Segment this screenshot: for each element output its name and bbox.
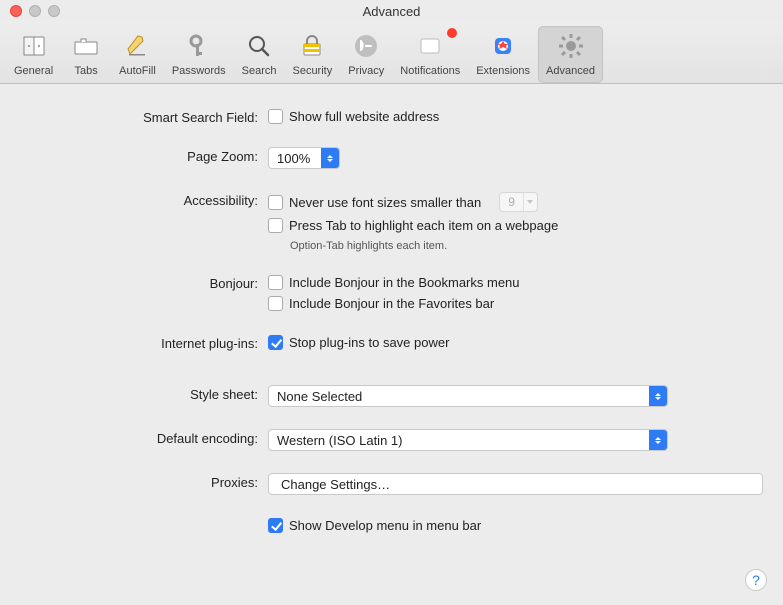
tab-search[interactable]: Search	[234, 26, 285, 83]
change-proxy-settings-label: Change Settings…	[281, 477, 390, 492]
tab-advanced[interactable]: Advanced	[538, 26, 603, 83]
stylesheet-value: None Selected	[277, 389, 368, 404]
security-icon	[296, 30, 328, 62]
tab-label: AutoFill	[119, 65, 156, 77]
help-icon: ?	[752, 572, 760, 588]
autofill-icon	[121, 30, 153, 62]
tab-label: Tabs	[75, 65, 98, 77]
tab-label: Privacy	[348, 65, 384, 77]
help-button[interactable]: ?	[745, 569, 767, 591]
tab-label: Notifications	[400, 65, 460, 77]
page-zoom-label: Page Zoom:	[20, 147, 268, 164]
press-tab-label: Press Tab to highlight each item on a we…	[289, 218, 558, 233]
accessibility-label: Accessibility:	[20, 191, 268, 208]
page-zoom-value: 100%	[277, 151, 316, 166]
preferences-toolbar: General Tabs AutoFill Passwords Search S…	[0, 22, 783, 84]
tab-tabs[interactable]: Tabs	[61, 26, 111, 83]
general-icon	[18, 30, 50, 62]
tab-security[interactable]: Security	[284, 26, 340, 83]
search-icon	[243, 30, 275, 62]
chevron-down-icon	[523, 193, 537, 211]
bonjour-bookmarks-checkbox[interactable]	[268, 275, 283, 290]
smart-search-label: Smart Search Field:	[20, 108, 268, 125]
tab-privacy[interactable]: Privacy	[340, 26, 392, 83]
titlebar: Advanced	[0, 0, 783, 22]
tab-label: General	[14, 65, 53, 77]
bonjour-bookmarks-label: Include Bonjour in the Bookmarks menu	[289, 275, 520, 290]
show-full-url-checkbox[interactable]	[268, 109, 283, 124]
tabs-icon	[70, 30, 102, 62]
tab-label: Extensions	[476, 65, 530, 77]
stepper-arrows-icon	[649, 430, 667, 450]
stylesheet-label: Style sheet:	[20, 385, 268, 402]
encoding-label: Default encoding:	[20, 429, 268, 446]
bonjour-favorites-checkbox[interactable]	[268, 296, 283, 311]
privacy-icon	[350, 30, 382, 62]
min-font-size-checkbox[interactable]	[268, 195, 283, 210]
extensions-icon	[487, 30, 519, 62]
bonjour-label: Bonjour:	[20, 274, 268, 291]
press-tab-checkbox[interactable]	[268, 218, 283, 233]
stepper-arrows-icon	[321, 148, 339, 168]
change-proxy-settings-button[interactable]: Change Settings…	[268, 473, 763, 495]
show-full-url-label: Show full website address	[289, 109, 439, 124]
tab-label: Advanced	[546, 65, 595, 77]
passwords-icon	[183, 30, 215, 62]
encoding-value: Western (ISO Latin 1)	[277, 433, 408, 448]
tab-notifications[interactable]: Notifications	[392, 26, 468, 83]
tab-label: Passwords	[172, 65, 226, 77]
min-font-size-label: Never use font sizes smaller than	[289, 195, 481, 210]
tab-autofill[interactable]: AutoFill	[111, 26, 164, 83]
min-font-size-value: 9	[500, 195, 523, 209]
tab-extensions[interactable]: Extensions	[468, 26, 538, 83]
press-tab-hint: Option-Tab highlights each item.	[268, 240, 763, 252]
encoding-select[interactable]: Western (ISO Latin 1)	[268, 429, 668, 451]
plugins-label: Internet plug-ins:	[20, 334, 268, 351]
stop-plugins-label: Stop plug-ins to save power	[289, 335, 449, 350]
tab-label: Search	[242, 65, 277, 77]
bonjour-favorites-label: Include Bonjour in the Favorites bar	[289, 296, 494, 311]
stylesheet-select[interactable]: None Selected	[268, 385, 668, 407]
proxies-label: Proxies:	[20, 473, 268, 490]
notifications-icon	[414, 30, 446, 62]
stepper-arrows-icon	[649, 386, 667, 406]
spacer	[20, 517, 268, 519]
window-title: Advanced	[0, 4, 783, 19]
show-develop-menu-checkbox[interactable]	[268, 518, 283, 533]
tab-general[interactable]: General	[6, 26, 61, 83]
page-zoom-select[interactable]: 100%	[268, 147, 340, 169]
notification-badge-icon	[447, 28, 457, 38]
min-font-size-stepper[interactable]: 9	[499, 192, 538, 212]
show-develop-menu-label: Show Develop menu in menu bar	[289, 518, 481, 533]
stop-plugins-checkbox[interactable]	[268, 335, 283, 350]
advanced-icon	[555, 30, 587, 62]
tab-label: Security	[292, 65, 332, 77]
tab-passwords[interactable]: Passwords	[164, 26, 234, 83]
advanced-pane: Smart Search Field: Show full website ad…	[0, 84, 783, 554]
